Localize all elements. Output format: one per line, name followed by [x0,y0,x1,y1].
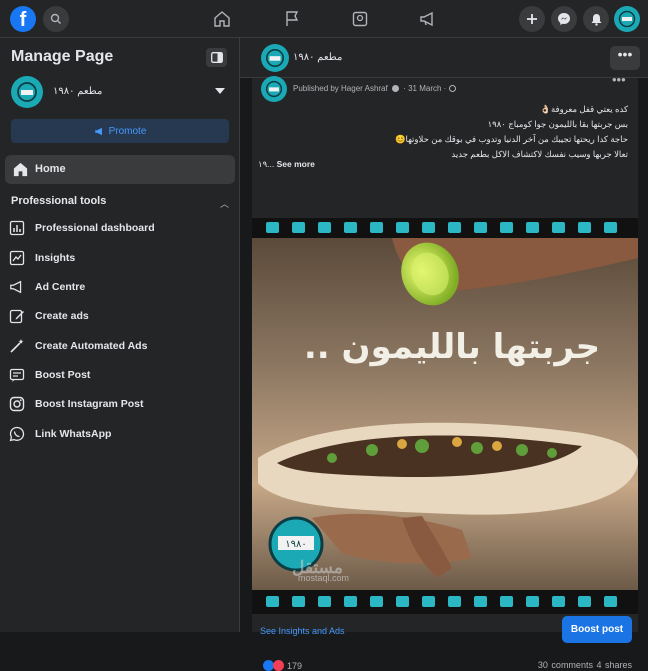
wand-icon [8,337,26,355]
sidebar-item-boost-instagram-post[interactable]: Boost Instagram Post [8,394,233,414]
page-avatar[interactable] [261,44,289,72]
home-icon [214,11,230,27]
ads-nav-button[interactable] [418,9,438,29]
sidebar-item-label: Home [35,163,66,175]
restaurant-logo-icon [265,80,283,98]
dashboard-icon [8,219,26,237]
see-insights-link[interactable]: See Insights and Ads [260,626,345,636]
post-text-line: تعالا جربها وسيب نفسك لاكتشاف الاكل بطعم… [451,149,628,159]
collapse-sidebar-button[interactable] [206,48,227,67]
love-icon [273,660,284,671]
sidebar-item-insights[interactable]: Insights [8,248,233,268]
boost-post-icon [8,366,26,384]
shares-count[interactable]: 4 shares [596,660,632,670]
facebook-logo[interactable]: f [10,6,36,32]
whatsapp-icon [8,425,26,443]
post-text: كده يعتي قفل معروفة👌🏻 بس جربتها بقا بالل… [268,102,628,162]
sidebar-item-create-ads[interactable]: Create ads [8,306,233,326]
comments-count[interactable]: 30 comments [538,660,593,670]
photo-icon [352,11,368,27]
notifications-button[interactable] [583,6,609,32]
plus-icon [527,14,537,24]
info-icon[interactable] [391,85,399,93]
post-author-avatar[interactable] [261,76,287,102]
engagement-counts: 30 comments 4 shares [538,660,632,670]
post-text-line: بس جربتها بقا بالليمون جوا كومباج ١٩٨٠ [487,119,628,129]
restaurant-logo-icon [266,49,284,67]
sidebar-item-label: Insights [35,252,76,264]
edit-icon [8,307,26,325]
search-button[interactable] [43,6,69,32]
megaphone-icon [94,127,102,135]
home-nav-button[interactable] [212,9,232,29]
sidebar-item-create-automated-ads[interactable]: Create Automated Ads [8,336,233,356]
manage-page-sidebar: Manage Page مطعم ١٩٨٠ Promote Home Profe… [0,38,240,632]
chevron-up-icon[interactable]: ︿ [220,197,229,210]
watermark: mostaql.com [298,573,350,583]
account-avatar[interactable] [614,6,640,32]
megaphone-icon [420,11,433,27]
post-meta: Published by Hager Ashraf · 31 March · [293,84,456,93]
photo-logo-text: ١٩٨٠ [285,539,306,550]
photo-caption: جربتها بالليمون .. [304,327,600,367]
promote-button[interactable]: Promote [11,119,229,143]
sidebar-toggle-icon [210,52,223,63]
sidebar-item-label: Boost Post [35,369,91,381]
page-switcher[interactable]: مطعم ١٩٨٠ [11,76,231,110]
sidebar-item-label: Boost Instagram Post [35,398,144,410]
messenger-button[interactable] [551,6,577,32]
sidebar-item-professional-dashboard[interactable]: Professional dashboard [8,218,233,238]
create-button[interactable] [519,6,545,32]
sidebar-item-ad-centre[interactable]: Ad Centre [8,277,233,297]
bell-icon [591,13,601,26]
more-options-button[interactable]: ••• [610,46,640,70]
main-content: مطعم ١٩٨٠ ••• Published by Hager Ashraf … [240,38,648,671]
post-date[interactable]: 31 March [408,84,441,93]
media-nav-button[interactable] [350,9,370,29]
page-avatar [11,76,43,108]
sidebar-item-label: Create Automated Ads [35,340,148,352]
post-text-line: حاجة كدا ريحتها تجيبك من آخر الدنيا وتدو… [394,134,628,144]
page-header-name: مطعم ١٩٨٠ [293,52,343,63]
post-photo[interactable]: ١٩٨٠ جربتها بالليمون .. [252,218,638,614]
truncated-text: ١٩... [258,159,275,169]
insights-icon [8,249,26,267]
sidebar-item-label: Create ads [35,310,89,322]
sidebar-item-label: Professional dashboard [35,222,155,234]
post-card: Published by Hager Ashraf · 31 March · •… [252,72,638,671]
sidebar-title: Manage Page [11,48,114,65]
reaction-count: 179 [287,660,303,671]
flag-icon [286,11,299,26]
search-icon [50,13,61,24]
post-options-button[interactable]: ••• [612,72,626,87]
sidebar-item-boost-post[interactable]: Boost Post [8,365,233,385]
sandwich-photo: ١٩٨٠ جربتها بالليمون .. [252,218,638,614]
page-header: مطعم ١٩٨٠ ••• [240,38,648,78]
sidebar-item-label: Link WhatsApp [35,428,112,440]
see-more-link[interactable]: See more [277,159,315,169]
globe-icon [448,85,456,93]
pages-nav-button[interactable] [282,9,302,29]
sidebar-item-home[interactable]: Home [5,155,235,184]
professional-tools-heading: Professional tools [11,195,107,207]
promote-label: Promote [108,125,147,137]
post-text-line: كده يعتي قفل معروفة👌🏻 [540,104,628,114]
see-more-row: ١٩... See more [258,159,315,170]
messenger-icon [558,13,570,25]
home-icon [13,162,28,177]
published-by: Published by Hager Ashraf [293,84,388,93]
restaurant-logo-icon [618,10,636,28]
megaphone-icon [8,278,26,296]
page-name: مطعم ١٩٨٠ [53,86,103,97]
reactions-summary[interactable]: 179 [263,660,302,671]
sidebar-item-label: Ad Centre [35,281,86,293]
instagram-icon [8,395,26,413]
top-navigation-bar: f [0,0,648,38]
restaurant-logo-icon [17,82,37,102]
sidebar-item-link-whatsapp[interactable]: Link WhatsApp [8,424,233,444]
boost-post-button[interactable]: Boost post [562,616,632,643]
chevron-down-icon [215,88,225,94]
